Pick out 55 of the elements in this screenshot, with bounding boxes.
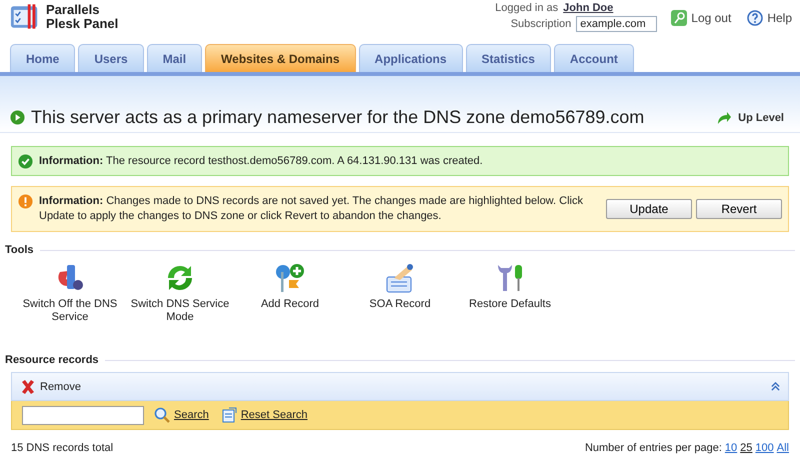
message-button[interactable]: Update — [606, 199, 692, 219]
tool-label: Switch Off the DNS Service — [22, 298, 118, 324]
help-link[interactable]: Help — [767, 11, 792, 25]
tool-label: Switch DNS Service Mode — [130, 298, 230, 324]
hand-document-icon — [384, 262, 416, 294]
logout-link[interactable]: Log out — [691, 11, 732, 25]
play-icon — [10, 110, 25, 125]
up-level-link[interactable]: Up Level — [738, 112, 784, 124]
tool-link[interactable]: Switch DNS Service Mode — [125, 262, 235, 342]
close-icon — [20, 378, 36, 394]
nav-tab[interactable]: Users — [78, 44, 144, 72]
brand-name: Plesk Panel — [46, 17, 118, 31]
collapse-icon[interactable] — [771, 382, 780, 391]
warning-icon — [18, 194, 33, 209]
message-text: Information: The resource record testhost.demo56789.com. A 64.131.90.131 was created. — [39, 154, 484, 168]
tool-link[interactable]: Switch Off the DNS Service — [15, 262, 125, 342]
nav-tab[interactable]: Mail — [146, 44, 202, 72]
page-size-link[interactable]: All — [776, 442, 789, 454]
nav-tab[interactable]: Applications — [358, 44, 463, 72]
message-text: Information: Changes made to DNS records are not saved yet. The changes made are highlighted below. Click Update to apply the changes to DNS zone or click Revert to abandon the changes. — [39, 194, 584, 224]
nav-tab[interactable]: Statistics — [466, 44, 551, 72]
page-size-link[interactable]: 25 — [740, 442, 752, 454]
remove-button[interactable]: Remove — [40, 380, 81, 392]
logged-in-label: Logged in as — [495, 2, 558, 14]
tool-label: SOA Record — [369, 298, 431, 311]
check-icon — [18, 154, 33, 168]
nav-tab[interactable]: Websites & Domains — [205, 44, 356, 72]
section-heading: Tools — [5, 244, 34, 256]
brand-name: Parallels — [46, 3, 100, 17]
user-link[interactable]: John Doe — [563, 2, 614, 14]
search-icon — [154, 407, 170, 423]
page-size-link[interactable]: 10 — [724, 442, 738, 454]
logo-icon — [10, 3, 40, 30]
page-size-link[interactable]: 100 — [755, 442, 774, 454]
search-link[interactable]: Search — [174, 409, 209, 421]
tool-label: Add Record — [260, 298, 320, 311]
add-flag-icon — [274, 262, 306, 294]
tool-link[interactable]: Add Record — [235, 262, 345, 342]
records-total: 15 DNS records total — [11, 442, 114, 454]
tool-label: Restore Defaults — [469, 298, 551, 311]
message-button[interactable]: Revert — [696, 199, 782, 219]
subscription-select[interactable]: example.com — [576, 16, 658, 32]
nav-tab[interactable]: Account — [554, 44, 634, 72]
per-page-label: Number of entries per page: — [584, 442, 722, 454]
tool-link[interactable]: Restore Defaults — [455, 262, 565, 342]
nav-tab[interactable]: Home — [10, 44, 76, 72]
reset-search-link[interactable]: Reset Search — [240, 409, 308, 421]
subscription-label: Subscription — [510, 18, 572, 30]
page-title: This server acts as a primary nameserver for the DNS zone demo56789.com — [31, 107, 644, 128]
search-field[interactable] — [22, 406, 144, 424]
up-arrow-icon — [716, 110, 732, 126]
help-icon — [747, 10, 764, 26]
tool-link[interactable]: SOA Record — [345, 262, 455, 342]
reset-icon — [220, 407, 237, 423]
section-heading: Resource records — [5, 354, 99, 366]
